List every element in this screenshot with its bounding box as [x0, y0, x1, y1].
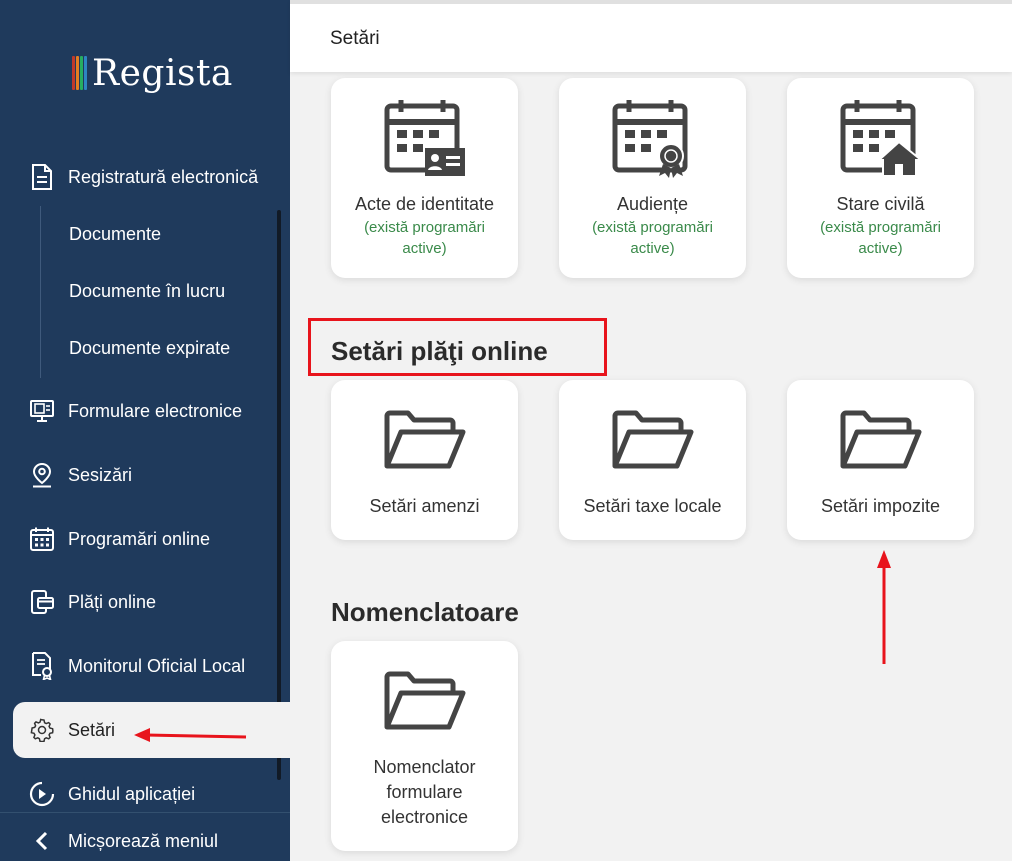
sidebar-item-label: Programări online — [68, 528, 211, 549]
folder-icon — [840, 410, 921, 469]
calendar-home-icon — [840, 100, 923, 177]
card-title: Stare civilă — [836, 194, 925, 214]
logo-text: Regista — [92, 53, 233, 94]
sidebar-item-programari[interactable]: Programări online — [28, 524, 210, 554]
card-stare-civila[interactable]: Stare civilă (există programări active) — [787, 78, 974, 278]
card-status: (există programări active) — [820, 219, 941, 257]
sidebar-subitem-documente-in-lucru[interactable]: Documente în lucru — [69, 278, 225, 304]
document-icon — [28, 163, 56, 191]
sidebar-scrollbar[interactable] — [277, 210, 281, 780]
sidebar-divider — [0, 812, 290, 813]
folder-icon — [612, 410, 693, 469]
section-title-nomenclatoare: Nomenclatoare — [331, 597, 519, 627]
sidebar-item-label: Plăți online — [68, 591, 157, 612]
annotation-highlight-box — [308, 318, 607, 376]
card-title: Nomenclator formulare electronice — [373, 757, 476, 827]
card-setari-amenzi[interactable]: Setări amenzi — [331, 380, 518, 540]
card-status: (există programări active) — [364, 219, 485, 257]
sidebar-item-monitorul[interactable]: Monitorul Oficial Local — [28, 651, 245, 681]
logo-mark-icon — [72, 52, 90, 92]
card-status: (există programări active) — [592, 219, 713, 257]
card-title: Acte de identitate — [354, 194, 495, 214]
certificate-document-icon — [28, 652, 56, 680]
sidebar-item-label: Ghidul aplicației — [68, 783, 196, 804]
calendar-id-card-icon — [384, 100, 465, 176]
sidebar-item-label: Setări — [68, 719, 116, 740]
sidebar-subitem-documente[interactable]: Documente — [69, 221, 161, 247]
sidebar-item-sesizari[interactable]: Sesizări — [28, 460, 132, 490]
card-nomenclator-formulare[interactable]: Nomenclator formulare electronice — [331, 641, 518, 851]
submenu-divider — [40, 206, 41, 378]
collapse-menu-button[interactable]: Micșorează meniul — [28, 826, 218, 856]
sidebar-item-registratura[interactable]: Registratură electronică — [28, 162, 258, 192]
calendar-icon — [28, 525, 56, 553]
folder-icon — [384, 671, 465, 730]
card-title: Setări amenzi — [369, 496, 480, 516]
card-payment-icon — [28, 588, 56, 616]
sidebar-item-label: Formulare electronice — [68, 400, 243, 421]
annotation-arrow-left — [134, 728, 247, 742]
sidebar-item-label: Registratură electronică — [68, 166, 259, 187]
sidebar-item-plati[interactable]: Plăți online — [28, 587, 156, 617]
sidebar-item-formulare[interactable]: Formulare electronice — [28, 396, 242, 426]
sidebar-subitem-documente-expirate[interactable]: Documente expirate — [69, 335, 230, 361]
sidebar-item-ghidul[interactable]: Ghidul aplicației — [28, 779, 195, 809]
card-title: Audiențe — [616, 194, 689, 214]
sidebar-item-label: Sesizări — [68, 464, 133, 485]
annotation-arrow-up — [877, 550, 891, 664]
collapse-menu-label: Micșorează meniul — [68, 830, 219, 851]
play-circle-icon — [28, 780, 56, 808]
sidebar-item-setari-content[interactable]: Setări — [28, 713, 115, 747]
page-header: Setări — [290, 0, 1012, 72]
app-logo[interactable]: Regista — [72, 52, 233, 96]
card-title: Setări taxe locale — [583, 496, 722, 516]
sidebar-item-label: Monitorul Oficial Local — [68, 655, 246, 676]
card-audiente[interactable]: Audiențe (există programări active) — [559, 78, 746, 278]
calendar-award-icon — [612, 100, 687, 178]
page-title: Setări — [330, 28, 380, 49]
chevron-left-icon — [28, 831, 56, 851]
location-pin-icon — [28, 461, 56, 489]
card-setari-taxe-locale[interactable]: Setări taxe locale — [559, 380, 746, 540]
card-title: Setări impozite — [820, 496, 941, 516]
gear-icon — [28, 716, 56, 744]
card-acte-identitate[interactable]: Acte de identitate (există programări ac… — [331, 78, 518, 278]
monitor-form-icon — [28, 397, 56, 425]
card-setari-impozite[interactable]: Setări impozite — [787, 380, 974, 540]
folder-icon — [384, 410, 465, 469]
